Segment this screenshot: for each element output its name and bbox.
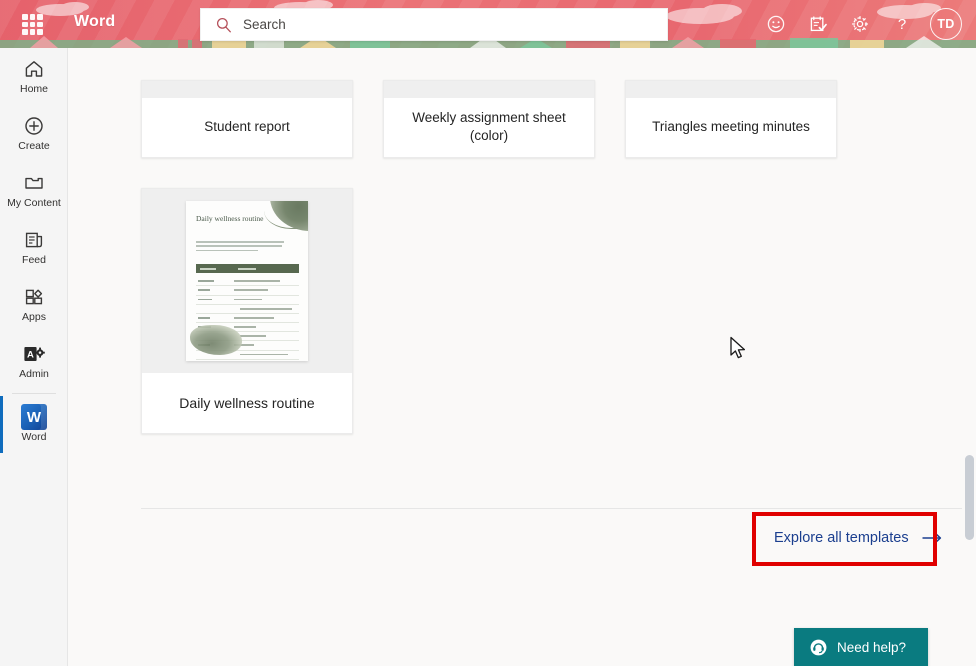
need-help-label: Need help? [837, 640, 907, 655]
template-card-title: Triangles meeting minutes [626, 97, 836, 157]
app-brand-title[interactable]: Word [74, 13, 115, 31]
template-cards-row-top: Student report Weekly assignment sheet (… [141, 80, 837, 158]
document-preview-paragraph [196, 241, 284, 254]
sidebar-item-label: Apps [22, 311, 46, 324]
template-thumbnail: Daily wellness routine [142, 189, 352, 374]
sidebar-item-label: Word [21, 431, 47, 444]
app-header: Word Search ? TD [0, 0, 976, 48]
folder-icon [23, 171, 45, 195]
home-icon [23, 57, 45, 81]
sidebar-item-label: My Content [7, 197, 61, 210]
feedback-icon[interactable] [756, 4, 796, 44]
search-box[interactable] [200, 8, 668, 41]
gear-icon[interactable] [840, 4, 880, 44]
apps-grid-icon [23, 285, 45, 309]
word-app-icon: W [21, 404, 47, 431]
arrow-right-icon [922, 531, 941, 545]
tasks-icon[interactable] [798, 4, 838, 44]
explore-all-templates-container: Explore all templates [752, 512, 965, 564]
document-preview: Daily wellness routine [186, 201, 308, 362]
template-thumbnail [384, 81, 594, 98]
svg-text:A: A [27, 350, 34, 361]
sidebar-item-label: Feed [22, 254, 46, 267]
template-card[interactable]: Weekly assignment sheet (color) [383, 80, 595, 158]
search-input[interactable] [243, 9, 657, 40]
sidebar-item-feed[interactable]: Feed [0, 219, 68, 276]
sidebar-item-label: Create [18, 140, 50, 153]
template-card-title: Weekly assignment sheet (color) [384, 97, 594, 157]
sidebar-item-home[interactable]: Home [0, 48, 68, 105]
svg-text:?: ? [898, 16, 906, 33]
help-icon[interactable]: ? [882, 4, 922, 44]
sidebar-item-apps[interactable]: Apps [0, 276, 68, 333]
vertical-scrollbar-track[interactable] [962, 48, 976, 666]
template-card[interactable]: Triangles meeting minutes [625, 80, 837, 158]
sidebar-item-create[interactable]: Create [0, 105, 68, 162]
sidebar-divider [11, 393, 56, 394]
admin-icon: A [22, 342, 46, 366]
botanical-leaf-icon [264, 201, 308, 232]
template-card[interactable]: Daily wellness routine Daily wellness ro… [141, 188, 353, 434]
template-cards-row-second: Daily wellness routine Daily wellness ro… [141, 188, 353, 434]
left-nav-sidebar: Home Create My Content Feed Apps A Admin… [0, 48, 68, 666]
sidebar-item-label: Home [19, 83, 48, 96]
sidebar-item-admin[interactable]: A Admin [0, 333, 68, 390]
section-divider [141, 508, 968, 509]
template-card-title: Student report [142, 97, 352, 157]
sidebar-item-my-content[interactable]: My Content [0, 162, 68, 219]
headset-icon [810, 639, 827, 656]
avatar[interactable]: TD [930, 8, 962, 40]
explore-all-templates-label: Explore all templates [774, 530, 909, 546]
template-card[interactable]: Student report [141, 80, 353, 158]
main-content-area: Student report Weekly assignment sheet (… [68, 48, 976, 666]
need-help-button[interactable]: Need help? [794, 628, 928, 666]
search-icon [216, 17, 231, 32]
feed-icon [23, 228, 45, 252]
vertical-scrollbar-thumb[interactable] [965, 455, 974, 540]
sidebar-item-label: Admin [19, 368, 49, 381]
app-launcher-grid-icon[interactable] [22, 14, 43, 35]
template-thumbnail [626, 81, 836, 98]
document-preview-heading: Daily wellness routine [196, 214, 264, 224]
template-card-title: Daily wellness routine [142, 373, 352, 433]
plus-circle-icon [23, 114, 45, 138]
explore-all-templates-button[interactable]: Explore all templates [766, 524, 951, 552]
template-thumbnail [142, 81, 352, 98]
sidebar-item-word[interactable]: W Word [0, 396, 68, 453]
document-preview-table-header [196, 264, 299, 274]
header-actions: ? TD [756, 0, 966, 48]
